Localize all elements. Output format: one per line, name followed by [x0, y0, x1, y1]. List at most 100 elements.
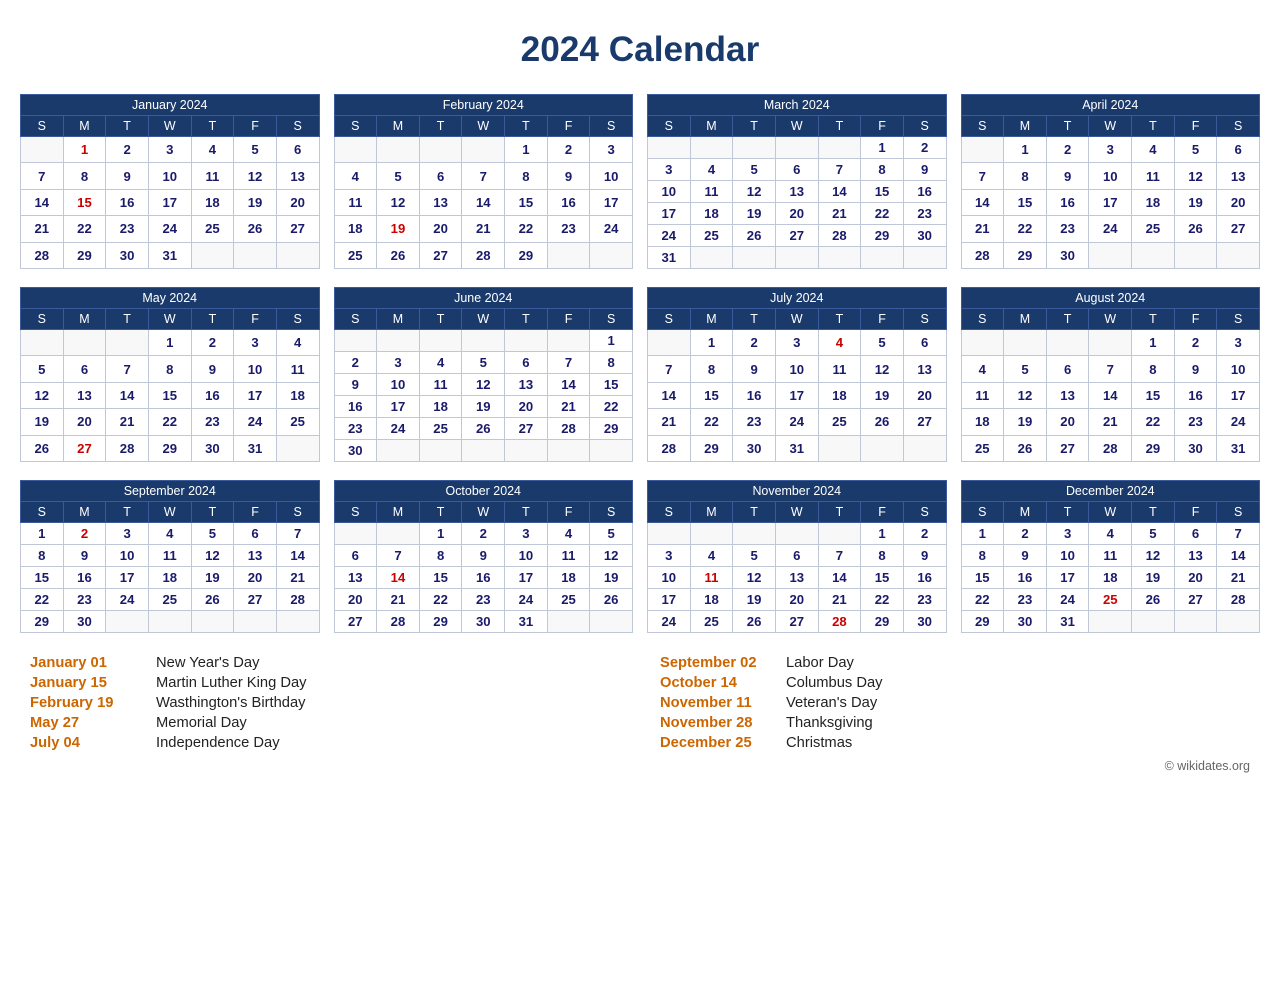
day-cell: 19: [590, 567, 633, 589]
day-cell: 14: [106, 382, 149, 408]
day-cell: [377, 523, 420, 545]
day-cell: 27: [1046, 435, 1089, 461]
day-cell: 14: [276, 545, 319, 567]
day-cell: 4: [818, 330, 861, 356]
day-cell: 22: [419, 589, 462, 611]
holiday-row: May 27Memorial Day: [30, 713, 620, 733]
day-cell: [377, 330, 420, 352]
day-header: T: [1132, 309, 1175, 330]
day-cell: 11: [818, 356, 861, 382]
day-header: F: [547, 309, 590, 330]
day-header: W: [1089, 116, 1132, 137]
day-cell: 3: [1217, 330, 1260, 356]
day-header: S: [648, 502, 691, 523]
day-cell: 31: [505, 611, 548, 633]
day-cell: 18: [148, 567, 191, 589]
day-cell: 19: [21, 409, 64, 435]
day-cell: 1: [690, 330, 733, 356]
day-cell: 24: [590, 216, 633, 242]
day-cell: 16: [903, 181, 946, 203]
day-cell: 2: [106, 137, 149, 163]
day-header: T: [733, 309, 776, 330]
day-cell: 13: [1046, 382, 1089, 408]
day-cell: 22: [690, 409, 733, 435]
day-cell: 21: [818, 203, 861, 225]
day-cell: 25: [276, 409, 319, 435]
day-cell: [419, 137, 462, 163]
day-cell: 20: [1046, 409, 1089, 435]
day-cell: 27: [1217, 216, 1260, 242]
day-cell: 28: [377, 611, 420, 633]
day-cell: 15: [690, 382, 733, 408]
day-cell: [462, 330, 505, 352]
day-header: S: [903, 502, 946, 523]
day-header: M: [63, 116, 106, 137]
day-cell: 1: [63, 137, 106, 163]
day-cell: 9: [334, 374, 377, 396]
day-header: S: [1217, 502, 1260, 523]
day-header: W: [148, 309, 191, 330]
day-cell: 7: [547, 352, 590, 374]
day-header: T: [818, 116, 861, 137]
day-cell: 15: [861, 181, 904, 203]
day-cell: 24: [1217, 409, 1260, 435]
day-cell: 3: [377, 352, 420, 374]
day-cell: 25: [818, 409, 861, 435]
day-cell: 19: [234, 189, 277, 215]
day-header: M: [1004, 116, 1047, 137]
day-cell: 3: [1089, 137, 1132, 163]
day-cell: 30: [462, 611, 505, 633]
day-cell: 27: [276, 216, 319, 242]
day-cell: [547, 330, 590, 352]
day-cell: 26: [1174, 216, 1217, 242]
day-header: F: [861, 116, 904, 137]
day-cell: 6: [775, 545, 818, 567]
day-cell: 13: [63, 382, 106, 408]
day-cell: 12: [1174, 163, 1217, 189]
day-cell: 10: [648, 181, 691, 203]
day-cell: 26: [1004, 435, 1047, 461]
day-cell: 14: [1089, 382, 1132, 408]
holiday-row: November 28Thanksgiving: [660, 713, 1250, 733]
day-cell: [861, 435, 904, 461]
day-cell: 27: [775, 225, 818, 247]
day-cell: 11: [961, 382, 1004, 408]
day-cell: [590, 242, 633, 268]
day-cell: 30: [63, 611, 106, 633]
day-cell: [334, 330, 377, 352]
day-cell: 16: [1174, 382, 1217, 408]
day-cell: [276, 435, 319, 461]
day-cell: 1: [861, 523, 904, 545]
day-cell: 23: [191, 409, 234, 435]
day-cell: 7: [1089, 356, 1132, 382]
copyright: © wikidates.org: [20, 759, 1260, 773]
day-cell: 27: [903, 409, 946, 435]
day-cell: 7: [106, 356, 149, 382]
day-cell: 14: [462, 189, 505, 215]
day-cell: 4: [961, 356, 1004, 382]
day-cell: 25: [961, 435, 1004, 461]
day-cell: 21: [818, 589, 861, 611]
day-cell: 29: [419, 611, 462, 633]
holiday-date: October 14: [660, 675, 770, 691]
day-cell: 11: [1132, 163, 1175, 189]
day-cell: 1: [505, 137, 548, 163]
day-cell: 18: [961, 409, 1004, 435]
day-cell: 7: [276, 523, 319, 545]
day-cell: 28: [648, 435, 691, 461]
day-cell: 9: [63, 545, 106, 567]
day-cell: [21, 137, 64, 163]
day-cell: 1: [419, 523, 462, 545]
day-cell: 5: [21, 356, 64, 382]
day-cell: 26: [234, 216, 277, 242]
day-cell: 16: [547, 189, 590, 215]
day-header: W: [148, 502, 191, 523]
day-cell: 5: [1174, 137, 1217, 163]
day-header: T: [733, 116, 776, 137]
holiday-row: February 19Wasthington's Birthday: [30, 693, 620, 713]
day-cell: 20: [1174, 567, 1217, 589]
month-header: December 2024: [961, 481, 1260, 502]
day-header: M: [377, 116, 420, 137]
day-cell: 21: [276, 567, 319, 589]
day-cell: [690, 137, 733, 159]
